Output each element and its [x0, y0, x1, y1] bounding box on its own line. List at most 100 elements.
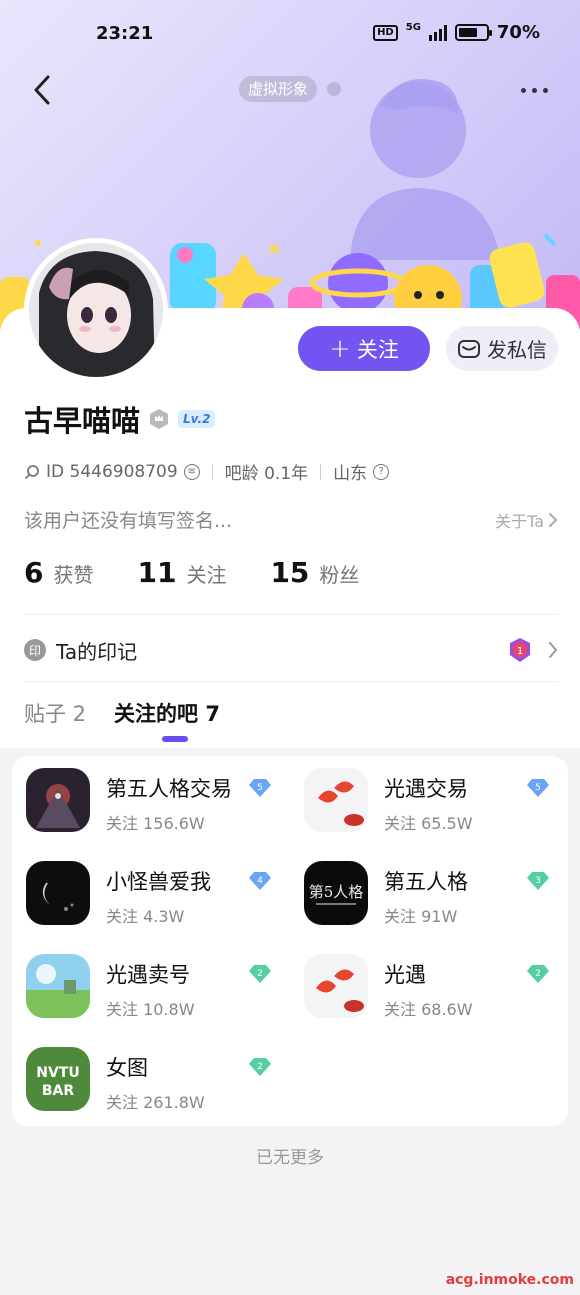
- seal-badge-icon: 1: [510, 638, 530, 662]
- bar-level-number: 4: [257, 876, 263, 886]
- stat-following[interactable]: 11 关注: [137, 556, 226, 589]
- bar-thumbnail: [304, 954, 368, 1018]
- watermark: acg.inmoke.com: [445, 1272, 574, 1288]
- level-diamond-icon: 3: [527, 872, 549, 890]
- follow-label: 关注: [356, 337, 399, 362]
- more-options-button[interactable]: [514, 78, 554, 102]
- bar-follow-count: 关注 156.6W: [106, 814, 205, 833]
- chevron-right-icon: [549, 642, 558, 658]
- crown-badge-icon[interactable]: [148, 408, 170, 430]
- bar-name: 光遇: [384, 963, 426, 987]
- bar-item[interactable]: 光遇交易 关注 65.5W 5: [290, 756, 550, 833]
- about-label: 关于Ta: [495, 511, 544, 531]
- signature-text: 该用户还没有填写签名...: [24, 510, 233, 532]
- message-label: 发私信: [487, 338, 547, 362]
- bar-thumbnail: [26, 954, 90, 1018]
- chevron-right-icon: [549, 512, 558, 527]
- user-id[interactable]: ID 5446908709: [46, 462, 178, 482]
- seal-badge-number: 1: [517, 646, 523, 657]
- level-badge[interactable]: Lv.2: [178, 410, 216, 428]
- username: 古早喵喵: [24, 404, 141, 438]
- stat-likes[interactable]: 6 获赞: [24, 556, 93, 589]
- battery-icon: [454, 24, 492, 41]
- bar-level-number: 2: [535, 969, 541, 979]
- search-icon: [25, 464, 39, 479]
- bar-follow-count: 关注 4.3W: [106, 907, 185, 926]
- back-button[interactable]: [22, 68, 62, 112]
- status-bar: 23:21 HD 5G 70%: [0, 0, 580, 66]
- bar-level-number: 2: [257, 1062, 263, 1072]
- bar-name: 光遇交易: [384, 777, 468, 801]
- bar-follow-count: 关注 10.8W: [106, 1000, 195, 1019]
- dot-icon: [520, 87, 526, 93]
- meta-divider: [320, 463, 322, 480]
- bar-name: 第五人格交易: [106, 777, 232, 801]
- bar-age: 吧龄 0.1年: [224, 464, 309, 484]
- bar-thumbnail: [26, 768, 90, 832]
- chevron-left-icon: [34, 75, 50, 105]
- stats-row: 6 获赞 11 关注 15 粉丝: [24, 556, 403, 589]
- tab-posts[interactable]: 贴子 2: [24, 698, 86, 728]
- user-meta-row: ID 5446908709 ≡ 吧龄 0.1年 山东 ?: [24, 459, 390, 484]
- stat-number: 11: [137, 556, 177, 589]
- dot-icon: [542, 87, 548, 93]
- follow-button[interactable]: + 关注: [298, 326, 430, 371]
- bar-thumbnail: [26, 861, 90, 925]
- about-link[interactable]: 关于Ta: [495, 508, 558, 532]
- bar-level-number: 3: [535, 876, 541, 886]
- bar-name: 小怪兽爱我: [106, 870, 211, 894]
- copy-icon[interactable]: ≡: [183, 463, 200, 480]
- bar-follow-count: 关注 68.6W: [384, 1000, 473, 1019]
- virtual-avatar-dot: [327, 82, 341, 96]
- mail-icon: [458, 339, 480, 358]
- dot-icon: [531, 87, 537, 93]
- level-diamond-icon: 2: [249, 965, 271, 983]
- hd-icon: HD: [373, 24, 398, 41]
- bar-name: 光遇卖号: [106, 963, 190, 987]
- battery-percent: 70%: [496, 22, 540, 43]
- stat-fans[interactable]: 15 粉丝: [270, 556, 359, 589]
- status-time: 23:21: [96, 23, 154, 44]
- section-divider: [24, 681, 558, 682]
- seal-label: Ta的印记: [56, 639, 138, 664]
- tab-followed-bars[interactable]: 关注的吧 7: [114, 698, 220, 728]
- seal-row[interactable]: 印 Ta的印记 1: [24, 630, 558, 670]
- bar-item[interactable]: NVTU BAR 女图 关注 261.8W 2: [12, 1035, 272, 1112]
- user-avatar[interactable]: [24, 238, 168, 382]
- bar-item[interactable]: 第5人格 第五人格 关注 91W 3: [290, 849, 550, 926]
- bar-level-number: 5: [257, 783, 263, 793]
- plus-icon: +: [329, 333, 351, 364]
- stat-label: 获赞: [53, 563, 94, 587]
- bar-item[interactable]: 第五人格交易 关注 156.6W 5: [12, 756, 272, 833]
- stat-number: 6: [24, 556, 44, 589]
- level-diamond-icon: 5: [527, 779, 549, 797]
- bar-thumbnail: [304, 768, 368, 832]
- bar-thumbnail: NVTU BAR: [26, 1047, 90, 1111]
- stat-label: 关注: [186, 563, 227, 587]
- signal-icon: [428, 24, 447, 41]
- bar-item[interactable]: 小怪兽爱我 关注 4.3W 4: [12, 849, 272, 926]
- svg-text:BAR: BAR: [42, 1083, 75, 1099]
- level-diamond-icon: 2: [249, 1058, 271, 1076]
- seal-right: 1: [508, 636, 558, 664]
- network-type: 5G: [405, 22, 421, 33]
- bar-follow-count: 关注 65.5W: [384, 814, 473, 833]
- bar-name: 第五人格: [384, 870, 468, 894]
- private-message-button[interactable]: 发私信: [446, 326, 558, 371]
- seal-left: 印 Ta的印记: [24, 636, 137, 665]
- help-icon[interactable]: ?: [373, 463, 390, 480]
- bar-level-number: 5: [535, 783, 541, 793]
- username-row: 古早喵喵 Lv.2: [24, 398, 216, 440]
- no-more-text: 已无更多: [256, 1148, 324, 1168]
- user-location: 山东: [333, 464, 368, 484]
- bar-item[interactable]: 光遇卖号 关注 10.8W 2: [12, 942, 272, 1019]
- bar-thumbnail: 第5人格: [304, 861, 368, 925]
- svg-text:第5人格: 第5人格: [309, 883, 364, 901]
- bar-item[interactable]: 光遇 关注 68.6W 2: [290, 942, 550, 1019]
- status-icons: HD 5G 70%: [373, 22, 540, 43]
- stat-number: 15: [270, 556, 310, 589]
- seal-icon: 印: [24, 639, 46, 661]
- stat-label: 粉丝: [319, 563, 360, 587]
- virtual-avatar-pill[interactable]: 虚拟形象: [239, 76, 318, 102]
- profile-tabs: 贴子 2 关注的吧 7: [24, 698, 220, 728]
